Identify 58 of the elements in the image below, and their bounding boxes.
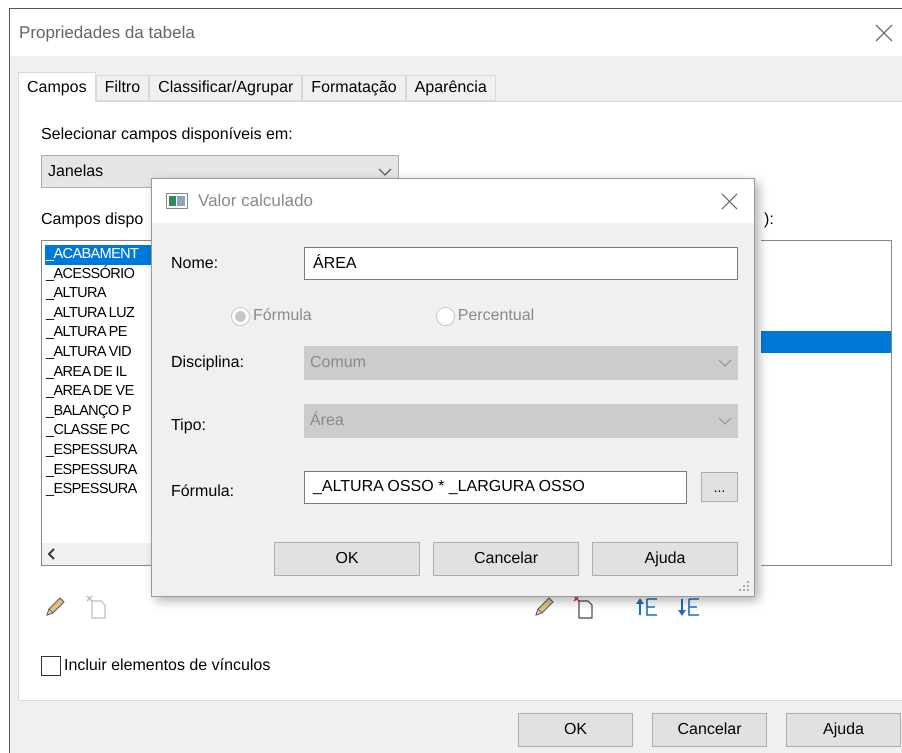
field-label: Tipo: (171, 416, 207, 436)
dialog-button[interactable]: Ajuda (592, 542, 738, 576)
tab[interactable]: Formatação (302, 75, 406, 101)
chevron-icon (718, 359, 732, 367)
list-item[interactable]: _AREA DE IL (45, 362, 152, 382)
resize-grip-icon[interactable] (738, 580, 750, 592)
move-down-icon[interactable] (677, 596, 701, 618)
browse-button[interactable]: ... (701, 472, 738, 502)
window-title: Propriedades da tabela (19, 22, 195, 44)
pencil-icon[interactable] (44, 596, 66, 618)
dialog-button[interactable]: Cancelar (433, 542, 579, 576)
delete-document-icon[interactable] (573, 595, 595, 619)
list-item[interactable]: _ALTURA PE (45, 323, 152, 343)
field-label: ): (764, 210, 775, 230)
scroll-left-icon[interactable] (48, 548, 56, 560)
formula-field[interactable]: _ALTURA OSSO * _LARGURA OSSO (304, 470, 687, 504)
move-up-icon[interactable] (635, 596, 659, 618)
close-icon[interactable] (875, 24, 893, 42)
field-label: Selecionar campos disponíveis em: (41, 125, 294, 145)
radio-label: Fórmula (253, 306, 312, 326)
list-item[interactable]: _CLASSE PC (45, 421, 152, 441)
list-item[interactable]: _ESPESSURA (45, 440, 152, 461)
tab[interactable]: Aparência (406, 75, 496, 101)
list-item[interactable]: _ALTURA (45, 284, 152, 304)
chevron-icon (378, 168, 392, 176)
checkbox-label: Incluir elementos de vínculos (64, 656, 270, 676)
list-item[interactable]: _AREA DE VE (45, 382, 152, 402)
field-label: Nome: (171, 254, 220, 274)
close-icon[interactable] (721, 192, 738, 210)
checkbox[interactable] (41, 656, 61, 676)
tab[interactable]: Classificar/Agrupar (149, 75, 302, 101)
radio-label: Percentual (458, 306, 534, 326)
field-label: Fórmula: (171, 482, 236, 502)
tab[interactable]: Filtro (96, 75, 150, 101)
dialog-button[interactable]: OK (274, 542, 420, 576)
radio-button[interactable] (231, 306, 250, 326)
list-item[interactable]: _ACABAMENT (45, 245, 152, 265)
dialog-title: Valor calculado (198, 190, 313, 212)
select-value: Janelas (48, 162, 104, 182)
tab[interactable]: Campos (18, 72, 96, 102)
field-label: Disciplina: (171, 353, 245, 373)
list-item[interactable]: _ESPESSURA (45, 460, 152, 480)
select-value: Comum (310, 353, 366, 373)
list-item[interactable]: _ALTURA VID (45, 342, 152, 363)
radio-button[interactable] (436, 306, 455, 326)
dialog-button[interactable]: Ajuda (786, 713, 901, 747)
list-item[interactable]: _BALANÇO P (45, 402, 152, 422)
name-field[interactable]: ÁREA (304, 247, 738, 280)
select-value: Área (310, 410, 344, 431)
dialog-button[interactable]: Cancelar (652, 713, 767, 747)
pencil-icon[interactable] (533, 596, 555, 618)
list-item[interactable]: _ALTURA LUZ (45, 304, 152, 324)
field-label: Campos dispo (41, 210, 144, 230)
list-item[interactable]: _ACESSÓRIO (45, 264, 152, 284)
chevron-icon (718, 417, 732, 425)
window-icon (166, 193, 188, 209)
dialog-button[interactable]: OK (518, 713, 633, 747)
list-item[interactable]: _ESPESSURA (45, 480, 152, 500)
